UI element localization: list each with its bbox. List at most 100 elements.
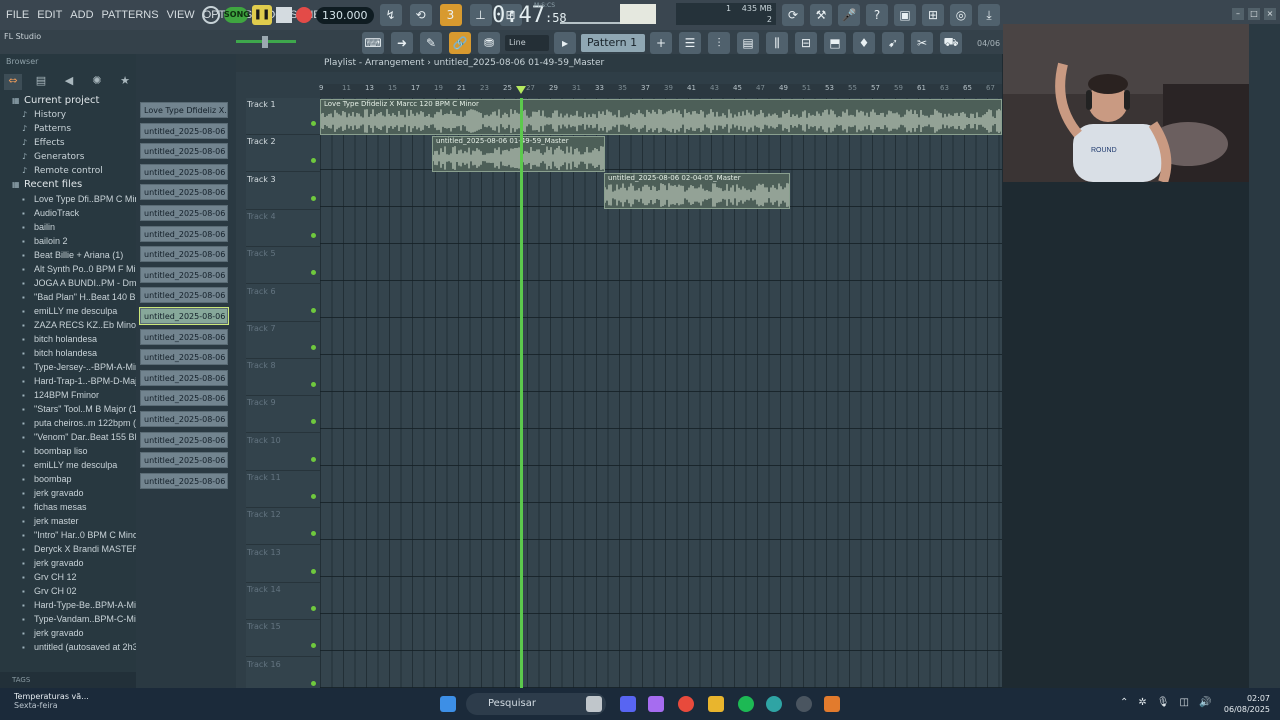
fl-studio-icon[interactable] <box>824 696 840 712</box>
track-mute-led[interactable] <box>311 121 316 126</box>
mixer-icon[interactable]: ⚒ <box>810 4 832 26</box>
track-mute-led[interactable] <box>311 270 316 276</box>
step-edit-icon[interactable]: ⊥ <box>469 4 492 26</box>
wand-icon[interactable]: ✂ <box>911 32 933 54</box>
track-mute-led[interactable] <box>311 568 316 574</box>
recent-file-item[interactable]: ▪ "Intro" Har..0 BPM C Minor <box>0 528 136 542</box>
track-mute-led[interactable] <box>311 382 316 388</box>
track-mute-led[interactable] <box>311 158 316 164</box>
taskbar-search[interactable]: Pesquisar <box>466 693 606 715</box>
recent-file-item[interactable]: ▪ jerk master <box>0 514 136 528</box>
clip-source-item[interactable]: untitled_2025-08-06 01-... <box>140 143 228 160</box>
minimize-icon[interactable]: – <box>1232 8 1244 20</box>
recent-file-item[interactable]: ▪ "Bad Plan" H..Beat 140 BPM <box>0 290 136 304</box>
menu-edit[interactable]: EDIT <box>37 9 62 21</box>
recent-file-item[interactable]: ▪ "Stars" Tool..M B Major (1) <box>0 402 136 416</box>
app-tray-icon[interactable]: ✲ <box>1138 697 1146 708</box>
browser-category[interactable]: ♪ Generators <box>0 150 136 164</box>
browser-tab-all[interactable]: ⇔ <box>4 74 22 90</box>
track-mute-led[interactable] <box>311 419 316 425</box>
download-icon[interactable]: ⤓ <box>978 4 1000 26</box>
recent-file-item[interactable]: ▪ ZAZA RECS KZ..Eb Minor (1) <box>0 318 136 332</box>
track-mute-led[interactable] <box>311 344 316 350</box>
recent-file-item[interactable]: ▪ emiLLY me desculpa <box>0 458 136 472</box>
clip-source-item[interactable]: untitled_2025-08-06 01-... <box>140 246 228 263</box>
recent-file-item[interactable]: ▪ bailin <box>0 220 136 234</box>
track-header[interactable]: Track 15 <box>246 620 320 658</box>
chevron-up-icon[interactable]: ⌃ <box>1120 697 1128 708</box>
countdown-icon[interactable]: 3 <box>439 4 462 26</box>
clip-source-item[interactable]: untitled_2025-08-06 02-... <box>140 452 228 469</box>
arrangement-grid[interactable]: Love Type Dfideliz X Marcc 120 BPM C Min… <box>320 98 1002 688</box>
clip-source-item[interactable]: untitled_2025-08-06 02-... <box>140 472 228 489</box>
track-header[interactable]: Track 3 <box>246 173 320 210</box>
start-icon[interactable] <box>440 696 456 712</box>
recent-file-item[interactable]: ▪ Grv CH 12 <box>0 570 136 584</box>
song-mode-toggle[interactable]: SONG <box>224 7 250 23</box>
edge-icon[interactable] <box>766 696 782 712</box>
track-header[interactable]: Track 5 <box>246 247 320 285</box>
piano-roll-icon[interactable]: ▤ <box>737 32 759 54</box>
mic-icon[interactable]: 🎤 <box>838 4 860 26</box>
loop-record-icon[interactable]: ⟲ <box>409 4 432 26</box>
track-header[interactable]: Track 14 <box>246 583 320 620</box>
recent-file-item[interactable]: ▪ JOGA A BUNDI..PM - Dminor <box>0 276 136 290</box>
track-mute-led[interactable] <box>311 494 316 499</box>
recent-file-item[interactable]: ▪ Hard-Type-Be..BPM-A-Minor <box>0 598 136 612</box>
track-header[interactable]: Track 13 <box>246 546 320 583</box>
track-mute-led[interactable] <box>311 307 316 313</box>
track-header[interactable]: Track 6 <box>246 285 320 322</box>
browser-category[interactable]: ♪ History <box>0 108 136 122</box>
recent-file-item[interactable]: ▪ bitch holandesa <box>0 346 136 360</box>
clip-source-item[interactable]: untitled_2025-08-06 01-... <box>140 349 228 366</box>
playhead-marker[interactable] <box>516 86 526 94</box>
track-mute-led[interactable] <box>311 680 316 686</box>
track-header[interactable]: Track 9 <box>246 396 320 434</box>
menu-patterns[interactable]: PATTERNS <box>102 9 159 21</box>
recent-file-item[interactable]: ▪ bitch holandesa <box>0 332 136 346</box>
recent-file-item[interactable]: ▪ 124BPM Fminor <box>0 388 136 402</box>
stop-button[interactable] <box>276 7 292 23</box>
copilot-icon[interactable] <box>648 696 664 712</box>
clip-source-item[interactable]: untitled_2025-08-06 01-... <box>140 266 228 283</box>
clip-source-item[interactable]: untitled_2025-08-06 02-... <box>140 411 228 427</box>
obs-icon[interactable] <box>796 696 812 712</box>
track-mute-led[interactable] <box>311 456 316 462</box>
menu-view[interactable]: VIEW <box>167 9 195 21</box>
recent-file-item[interactable]: ▪ Type-Jersey-..-BPM-A-Minor <box>0 360 136 374</box>
track-mute-led[interactable] <box>311 195 316 201</box>
tempo-tapper-icon[interactable]: ♦ <box>853 32 875 54</box>
browser-category[interactable]: ▦ Recent files <box>0 178 136 192</box>
playlist-titlebar[interactable]: Playlist - Arrangement › untitled_2025-0… <box>236 54 1002 72</box>
track-header[interactable]: Track 7 <box>246 322 320 359</box>
track-header[interactable]: Track 2 <box>246 135 320 173</box>
track-mute-led[interactable] <box>311 605 316 611</box>
recent-file-item[interactable]: ▪ Grv CH 02 <box>0 584 136 598</box>
stamp-icon[interactable]: ⛃ <box>478 32 500 54</box>
channel-rack-icon[interactable]: ⫶ <box>708 32 730 54</box>
discord-icon[interactable] <box>620 696 636 712</box>
spotify-icon[interactable] <box>738 696 754 712</box>
recent-file-item[interactable]: ▪ jerk gravado <box>0 556 136 570</box>
track-header[interactable]: Track 1 <box>246 98 320 135</box>
track-mute-led[interactable] <box>311 643 316 649</box>
pause-button[interactable]: ❚❚ <box>252 5 272 25</box>
track-header[interactable]: Track 12 <box>246 508 320 546</box>
add-pattern-icon[interactable]: + <box>650 32 672 54</box>
recent-file-item[interactable]: ▪ boombap liso <box>0 444 136 458</box>
playhead[interactable] <box>520 98 523 688</box>
recent-file-item[interactable]: ▪ boombap <box>0 472 136 486</box>
menu-add[interactable]: ADD <box>70 9 93 21</box>
clip-source-item[interactable]: untitled_2025-08-06 01-... <box>140 122 228 139</box>
network-icon[interactable]: ◫ <box>1179 697 1188 708</box>
recent-file-item[interactable]: ▪ fichas mesas <box>0 500 136 514</box>
volume-icon[interactable]: 🔊 <box>1199 697 1211 708</box>
brush-icon[interactable]: ✎ <box>420 32 442 54</box>
mic-tray-icon[interactable]: 🎙 <box>1157 697 1170 708</box>
recent-file-item[interactable]: ▪ bailoin 2 <box>0 234 136 248</box>
track-header[interactable]: Track 8 <box>246 359 320 397</box>
maximize-icon[interactable]: □ <box>1248 8 1260 20</box>
recent-file-item[interactable]: ▪ Hard-Trap-1..-BPM-D-Major <box>0 374 136 388</box>
browser-tab-star[interactable]: ★ <box>116 74 134 90</box>
keyboard-icon[interactable]: ⌨ <box>362 32 384 54</box>
